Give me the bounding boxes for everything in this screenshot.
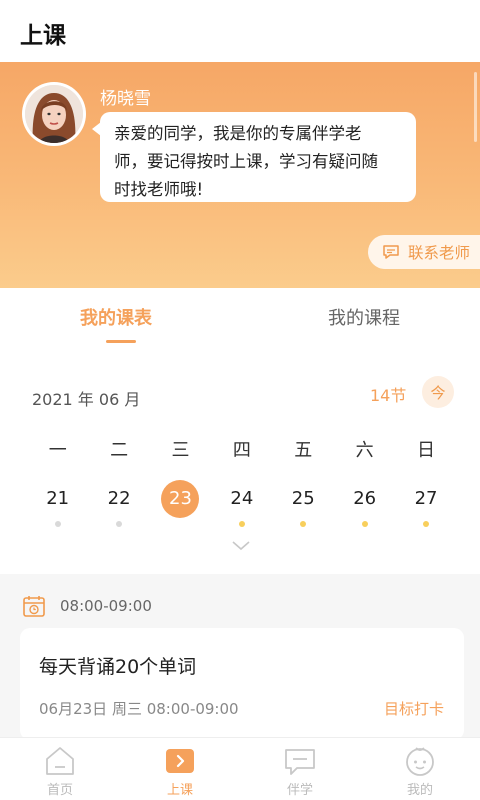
schedule-panel: 我的课表 我的课程 2021 年 06 月 14节 今 一 二 三 四 五 六 … xyxy=(0,288,480,574)
teacher-avatar[interactable] xyxy=(22,82,86,146)
weekday-label: 日 xyxy=(417,440,436,461)
nav-companion[interactable]: 伴学 xyxy=(240,738,360,800)
profile-icon xyxy=(406,747,434,776)
date-cell[interactable]: 26 xyxy=(334,480,395,527)
schedule-time-row: 08:00-09:00 xyxy=(22,594,152,618)
contact-teacher-label: 联系老师 xyxy=(408,244,471,262)
date-cell[interactable]: 21 xyxy=(27,480,88,527)
lesson-dot xyxy=(116,521,123,527)
nav-label: 我的 xyxy=(406,783,433,798)
weekday-label: 二 xyxy=(110,440,129,461)
nav-label: 上课 xyxy=(166,783,193,798)
calendar-month: 2021 年 06 月 xyxy=(32,390,141,409)
nav-home[interactable]: 首页 xyxy=(0,738,120,800)
date-cell[interactable]: 23 xyxy=(150,480,211,518)
calendar-clock-icon xyxy=(23,596,45,617)
date-cell[interactable]: 27 xyxy=(395,480,456,527)
check-in-button[interactable]: 目标打卡 xyxy=(384,698,444,719)
date-cell[interactable]: 25 xyxy=(273,480,334,527)
date-cell[interactable]: 22 xyxy=(88,480,149,527)
message-icon xyxy=(383,245,399,259)
message-line: 时找老师哦! xyxy=(114,180,204,199)
weekday-label: 三 xyxy=(171,440,190,461)
weekday-label: 一 xyxy=(48,440,67,461)
teacher-name: 杨晓雪 xyxy=(100,89,151,109)
top-bar: 上课 xyxy=(0,0,480,62)
date-number: 24 xyxy=(230,488,254,509)
lesson-dot xyxy=(238,521,245,527)
date-number: 27 xyxy=(414,488,438,509)
page-title: 上课 xyxy=(20,23,66,49)
chat-icon xyxy=(285,749,315,775)
lesson-dot xyxy=(361,521,368,527)
date-number: 23 xyxy=(161,480,200,518)
date-number: 21 xyxy=(46,488,70,509)
home-icon xyxy=(46,747,74,775)
scrollbar[interactable] xyxy=(474,72,477,142)
date-cell[interactable]: 24 xyxy=(211,480,272,527)
weekday-label: 六 xyxy=(355,440,374,461)
lesson-dot xyxy=(300,521,307,527)
contact-teacher-button[interactable]: 联系老师 xyxy=(368,235,480,269)
active-tab-indicator xyxy=(106,340,136,343)
lesson-dot xyxy=(423,521,430,527)
lesson-card[interactable]: 每天背诵20个单词 06月23日 周三 08:00-09:00 目标打卡 xyxy=(20,628,464,740)
expand-chevron-icon[interactable] xyxy=(231,540,251,552)
lesson-meta: 06月23日 周三 08:00-09:00 xyxy=(39,700,239,718)
lesson-count: 14节 xyxy=(370,386,407,405)
weekday-label: 四 xyxy=(232,440,251,461)
message-line: 师，要记得按时上课，学习有疑问随 xyxy=(114,152,378,171)
bottom-nav: 首页 上课 伴学 我的 xyxy=(0,737,480,800)
tab-my-timetable[interactable]: 我的课表 xyxy=(80,304,152,330)
nav-class[interactable]: 上课 xyxy=(120,738,240,800)
weekday-label: 五 xyxy=(294,440,313,461)
teacher-banner: 杨晓雪 亲爱的同学，我是你的专属伴学老 师，要记得按时上课，学习有疑问随 时找老… xyxy=(0,62,480,288)
class-icon xyxy=(166,749,194,773)
date-number: 26 xyxy=(353,488,377,509)
tab-my-courses[interactable]: 我的课程 xyxy=(328,304,400,330)
date-number: 25 xyxy=(291,488,315,509)
week-dates: 21 22 23 24 25 26 27 xyxy=(27,480,457,527)
lesson-dot xyxy=(54,521,61,527)
weekday-header: 一 二 三 四 五 六 日 xyxy=(27,436,457,462)
message-line: 亲爱的同学，我是你的专属伴学老 xyxy=(114,124,362,143)
date-number: 22 xyxy=(107,488,131,509)
teacher-message-bubble: 亲爱的同学，我是你的专属伴学老 师，要记得按时上课，学习有疑问随 时找老师哦! xyxy=(92,112,416,202)
nav-label: 伴学 xyxy=(286,783,313,798)
avatar-portrait-icon xyxy=(25,85,83,143)
nav-label: 首页 xyxy=(46,783,73,798)
schedule-time: 08:00-09:00 xyxy=(60,597,152,615)
lesson-title: 每天背诵20个单词 xyxy=(39,656,197,678)
today-button[interactable]: 今 xyxy=(422,376,454,408)
nav-profile[interactable]: 我的 xyxy=(360,738,480,800)
